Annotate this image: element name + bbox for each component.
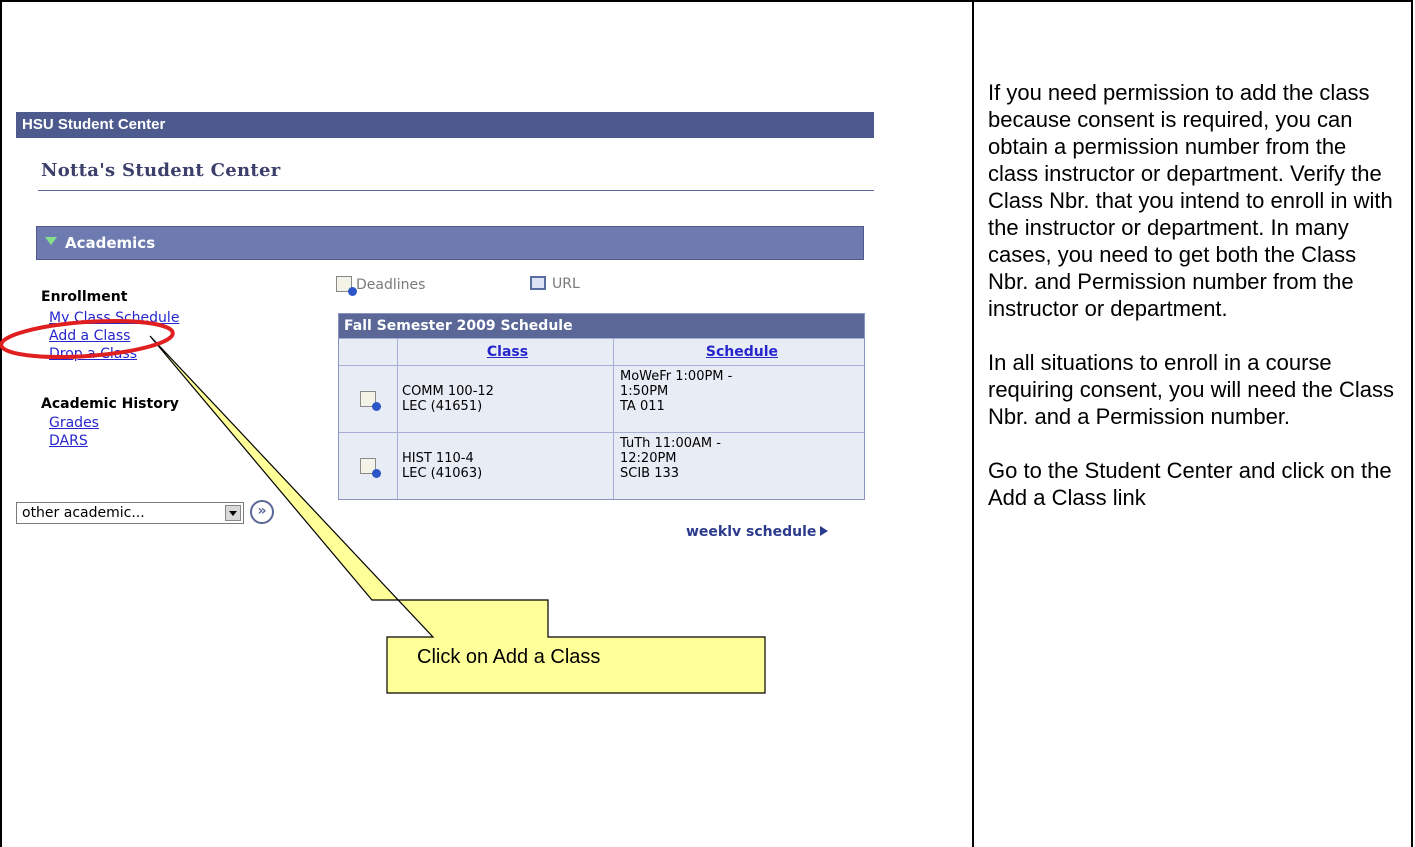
callout-label: Click on Add a Class [417, 646, 601, 668]
instructions-text: If you need permission to add the class … [988, 79, 1398, 538]
instruction-paragraph: Go to the Student Center and click on th… [988, 458, 1392, 510]
instruction-paragraph: In all situations to enroll in a course … [988, 350, 1395, 429]
instruction-paragraph: If you need permission to add the class … [988, 80, 1393, 321]
highlight-ellipse [0, 319, 175, 359]
